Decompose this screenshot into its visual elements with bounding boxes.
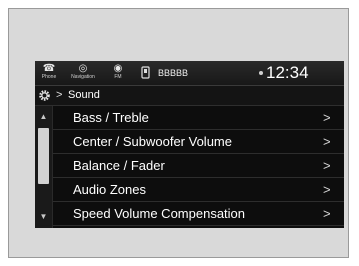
navigation-icon: ◎	[78, 63, 88, 74]
chevron-right-icon: >	[323, 134, 331, 149]
menu-item-audio-zones[interactable]: Audio Zones >	[53, 178, 344, 202]
clock: 12:34	[266, 63, 309, 82]
navigation-label: Navigation	[71, 74, 95, 80]
arrow-up-icon[interactable]: ▲	[37, 109, 50, 124]
arrow-down-icon[interactable]: ▼	[37, 209, 50, 224]
device-name: BBBBB	[158, 68, 189, 78]
menu-item-label: Center / Subwoofer Volume	[73, 134, 232, 149]
menu-item-center-subwoofer-volume[interactable]: Center / Subwoofer Volume >	[53, 130, 344, 154]
device-icon	[141, 66, 150, 79]
menu-item-label: Balance / Fader	[73, 158, 165, 173]
chevron-right-icon: >	[323, 206, 331, 221]
sound-menu: Bass / Treble > Center / Subwoofer Volum…	[53, 106, 344, 228]
phone-label: Phone	[41, 74, 57, 80]
menu-item-label: Speed Volume Compensation	[73, 206, 246, 221]
menu-item-label: Bass / Treble	[73, 110, 149, 125]
navigation-shortcut[interactable]: ◎ Navigation	[68, 63, 98, 84]
audio-screen: ☎ Phone ◎ Navigation ◉ FM BBBBB 12:34 > …	[35, 61, 344, 228]
status-dot	[259, 71, 263, 75]
breadcrumb-separator: >	[56, 89, 63, 101]
gear-icon[interactable]	[38, 89, 51, 102]
menu-item-balance-fader[interactable]: Balance / Fader >	[53, 154, 344, 178]
page-frame: ☎ Phone ◎ Navigation ◉ FM BBBBB 12:34 > …	[8, 8, 349, 258]
status-bar: ☎ Phone ◎ Navigation ◉ FM BBBBB 12:34	[35, 61, 344, 86]
phone-shortcut[interactable]: ☎ Phone	[38, 63, 60, 84]
fm-label: FM	[114, 74, 122, 80]
scrollbar-thumb[interactable]	[38, 128, 49, 184]
fm-shortcut[interactable]: ◉ FM	[107, 63, 129, 84]
page-title: Sound	[68, 89, 100, 101]
menu-item-speed-volume-compensation[interactable]: Speed Volume Compensation >	[53, 202, 344, 226]
menu-item-label: Audio Zones	[73, 182, 146, 197]
phone-icon: ☎	[42, 63, 56, 74]
scrollbar[interactable]: ▲ ▼	[35, 106, 53, 228]
chevron-right-icon: >	[323, 110, 331, 125]
chevron-right-icon: >	[323, 182, 331, 197]
menu-item-bass-treble[interactable]: Bass / Treble >	[53, 106, 344, 130]
chevron-right-icon: >	[323, 158, 331, 173]
breadcrumb: > Sound	[35, 86, 344, 106]
fm-icon: ◉	[113, 63, 123, 74]
